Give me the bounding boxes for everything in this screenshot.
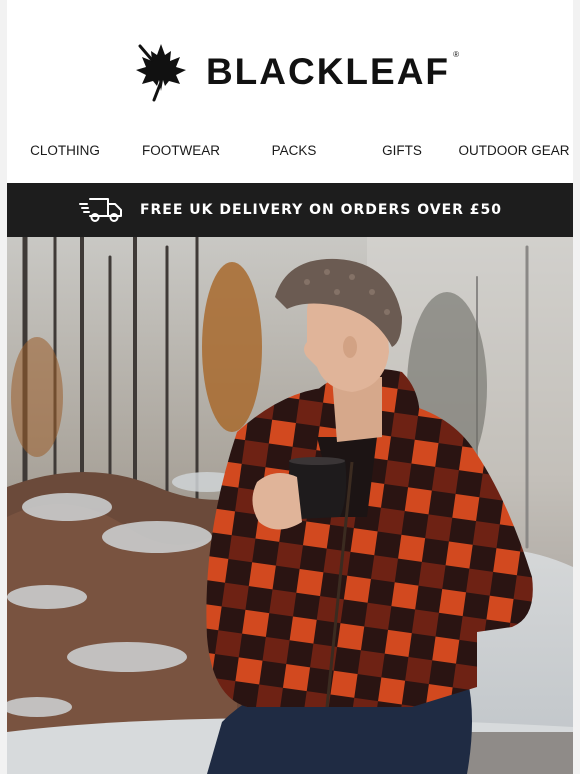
registered-mark: ® [453,49,460,59]
nav-item-outdoor-gear[interactable]: OUTDOOR GEAR [455,143,573,158]
main-nav: CLOTHING FOOTWEAR PACKS GIFTS OUTDOOR GE… [7,138,573,162]
nav-item-footwear[interactable]: FOOTWEAR [123,143,239,158]
brand-logo[interactable]: BLACKLEAF ® [7,38,573,104]
delivery-banner-text: FREE UK DELIVERY ON ORDERS OVER £50 [139,202,503,218]
delivery-truck-icon [78,198,122,222]
nav-item-gifts[interactable]: GIFTS [349,143,455,158]
brand-name: BLACKLEAF [205,50,451,92]
nav-item-clothing[interactable]: CLOTHING [7,143,123,158]
email-container: BLACKLEAF ® CLOTHING FOOTWEAR PACKS GIFTS… [7,0,573,774]
brand-wordmark: BLACKLEAF ® [205,50,459,92]
delivery-banner[interactable]: FREE UK DELIVERY ON ORDERS OVER £50 [7,183,573,237]
nav-item-packs[interactable]: PACKS [239,143,349,158]
hero-image[interactable] [7,237,573,774]
maple-leaf-icon [135,44,186,102]
